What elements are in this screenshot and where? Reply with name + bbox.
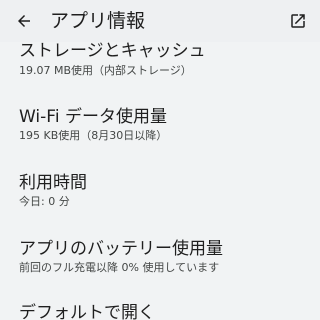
list-item-wifi-data-usage[interactable]: Wi-Fi データ使用量 195 KB使用（8月30日以降） <box>0 100 320 150</box>
list-item-title: デフォルトで開く <box>19 303 155 320</box>
list-item-title: 利用時間 <box>19 173 87 193</box>
page-title: アプリ情報 <box>50 10 146 32</box>
list-item-title: ストレージとキャッシュ <box>19 41 206 61</box>
list-item-screen-time[interactable]: 利用時間 今日: 0 分 <box>0 166 320 216</box>
open-in-new-button[interactable] <box>288 11 308 31</box>
list-item-summary: 前回のフル充電以降 0% 使用しています <box>19 261 220 274</box>
list-item-open-by-default[interactable]: デフォルトで開く <box>0 298 320 320</box>
list-item-summary: 195 KB使用（8月30日以降） <box>19 129 168 142</box>
list-item-summary: 今日: 0 分 <box>19 195 70 208</box>
back-button[interactable] <box>12 9 36 33</box>
top-app-bar: アプリ情報 <box>0 0 320 42</box>
open-in-new-icon <box>291 14 305 28</box>
list-item-battery-usage[interactable]: アプリのバッテリー使用量 前回のフル充電以降 0% 使用しています <box>0 232 320 282</box>
list-item-title: Wi-Fi データ使用量 <box>19 107 167 127</box>
settings-list[interactable]: ストレージとキャッシュ 19.07 MB使用（内部ストレージ） Wi-Fi デー… <box>0 0 320 320</box>
app-info-screen: ストレージとキャッシュ 19.07 MB使用（内部ストレージ） Wi-Fi デー… <box>0 0 320 320</box>
arrow-back-icon <box>18 15 30 27</box>
list-item-title: アプリのバッテリー使用量 <box>19 239 223 259</box>
list-item-summary: 19.07 MB使用（内部ストレージ） <box>19 64 192 77</box>
